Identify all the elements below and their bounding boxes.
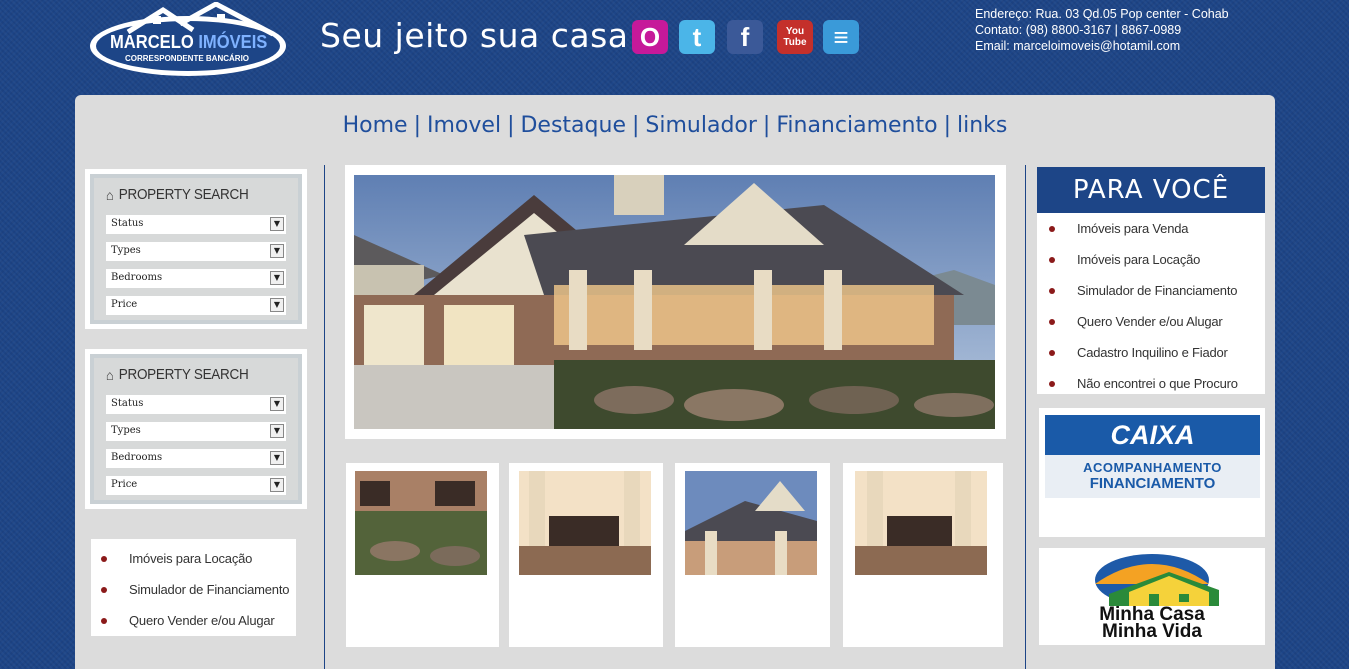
nav-link-links[interactable]: links [957,113,1007,138]
bedrooms-select[interactable]: Bedrooms ▼ [106,269,286,288]
list-item[interactable]: Imóveis para Locação [101,543,296,574]
bullet-icon [1049,349,1055,356]
minha-casa-minha-vida-ad[interactable]: Minha Casa Minha Vida [1039,548,1265,645]
status-select[interactable]: Status ▼ [106,215,286,234]
thumbnail-card-3[interactable] [675,463,830,647]
chevron-down-icon[interactable]: ▼ [270,217,284,231]
contact-phone: Contato: (98) 8800-3167 | 8867-0989 [975,23,1182,37]
list-item[interactable]: Quero Vender e/ou Alugar [101,605,296,636]
site-logo[interactable]: MARCELO IMÓVEIS CORRESPONDENTE BANCÁRIO [88,1,293,80]
thumbnail-image[interactable] [355,471,487,575]
list-item[interactable]: Simulador de Financiamento [1049,275,1265,306]
status-select[interactable]: Status ▼ [106,395,286,414]
tagline: Seu jeito sua casa. [320,16,640,55]
chevron-down-icon[interactable]: ▼ [270,244,284,258]
thumbnail-image[interactable] [519,471,651,575]
logo-name-accent: IMÓVEIS [198,32,268,52]
property-search-title: PROPERTY SEARCH [118,186,249,203]
featured-house-image[interactable] [354,175,995,429]
list-item[interactable]: Quero Vender e/ou Alugar [1049,306,1265,337]
divider-right [1025,165,1026,669]
contact-address: Endereço: Rua. 03 Qd.05 Pop center - Coh… [975,7,1229,21]
price-select[interactable]: Price ▼ [106,476,286,495]
para-voce-header: PARA VOCÊ [1037,167,1265,213]
chevron-down-icon[interactable]: ▼ [270,451,284,465]
bullet-icon [1049,380,1055,387]
caixa-logo: CAIXA [1045,415,1260,455]
twitter-icon[interactable]: t [679,20,715,54]
contact-email[interactable]: Email: marceloimoveis@hotamil.com [975,38,1229,54]
bullet-icon [101,586,107,593]
orkut-icon[interactable]: O [632,20,668,54]
chevron-down-icon[interactable]: ▼ [270,424,284,438]
nav-separator: | [762,113,771,138]
chat-icon[interactable]: ≡ [823,20,859,54]
list-item[interactable]: Imóveis para Venda [1049,213,1265,244]
types-select[interactable]: Types ▼ [106,422,286,441]
nav-separator: | [631,113,640,138]
thumbnail-image[interactable] [685,471,817,575]
list-item[interactable]: Imóveis para Locação [1049,244,1265,275]
thumbnail-card-4[interactable] [843,463,1003,647]
property-search-box-1: ⌂ PROPERTY SEARCH Status ▼ Types ▼ Bedroom… [85,169,307,329]
list-item[interactable]: Cadastro Inquilino e Fiador [1049,337,1265,368]
nav-link-financiamento[interactable]: Financiamento [776,113,937,138]
thumbnail-card-2[interactable] [509,463,663,647]
bullet-icon [101,555,107,562]
list-item[interactable]: Não encontrei o que Procuro [1049,368,1265,399]
bullet-icon [101,617,107,624]
logo-subtitle: CORRESPONDENTE BANCÁRIO [125,54,250,63]
thumbnail-image[interactable] [855,471,987,575]
home-icon: ⌂ [106,186,114,203]
caixa-line2: FINANCIAMENTO [1089,475,1216,492]
left-link-list: Imóveis para Locação Simulador de Financ… [91,539,296,636]
home-icon: ⌂ [106,366,114,383]
para-voce-link-list: Imóveis para Venda Imóveis para Locação … [1037,213,1265,394]
nav-separator: | [943,113,951,138]
contact-info: Endereço: Rua. 03 Qd.05 Pop center - Coh… [975,6,1229,54]
bullet-icon [1049,256,1055,263]
bullet-icon [1049,225,1055,232]
nav-link-home[interactable]: Home [343,113,408,138]
nav-link-destaque[interactable]: Destaque [520,113,626,138]
caixa-ad[interactable]: CAIXA ACOMPANHAMENTO FINANCIAMENTO [1039,408,1265,537]
nav-separator: | [507,113,515,138]
main-nav: Home | Imovel | Destaque | Simulador | Financiam… [75,113,1275,138]
property-search-box-2: ⌂ PROPERTY SEARCH Status ▼ Types ▼ Bedroom… [85,349,307,509]
thumbnail-card-1[interactable] [346,463,499,647]
nav-link-imovel[interactable]: Imovel [427,113,501,138]
bedrooms-select[interactable]: Bedrooms ▼ [106,449,286,468]
logo-name: MARCELO [110,32,194,52]
youtube-icon[interactable]: You Tube [777,20,813,54]
nav-link-simulador[interactable]: Simulador [645,113,757,138]
chevron-down-icon[interactable]: ▼ [270,271,284,285]
nav-separator: | [413,113,422,138]
list-item[interactable]: Simulador de Financiamento [101,574,296,605]
mcmv-line2: Minha Vida [1102,621,1202,642]
mcmv-logo [1095,554,1219,606]
caixa-line1: ACOMPANHAMENTO [1083,460,1222,475]
property-search-title: PROPERTY SEARCH [118,366,249,383]
chevron-down-icon[interactable]: ▼ [270,298,284,312]
featured-photo-frame [345,165,1006,439]
main-panel: Home | Imovel | Destaque | Simulador | Financiam… [75,95,1275,669]
divider-left [324,165,325,669]
price-select[interactable]: Price ▼ [106,296,286,315]
facebook-icon[interactable]: f [727,20,763,54]
types-select[interactable]: Types ▼ [106,242,286,261]
chevron-down-icon[interactable]: ▼ [270,397,284,411]
chevron-down-icon[interactable]: ▼ [270,478,284,492]
bullet-icon [1049,318,1055,325]
bullet-icon [1049,287,1055,294]
